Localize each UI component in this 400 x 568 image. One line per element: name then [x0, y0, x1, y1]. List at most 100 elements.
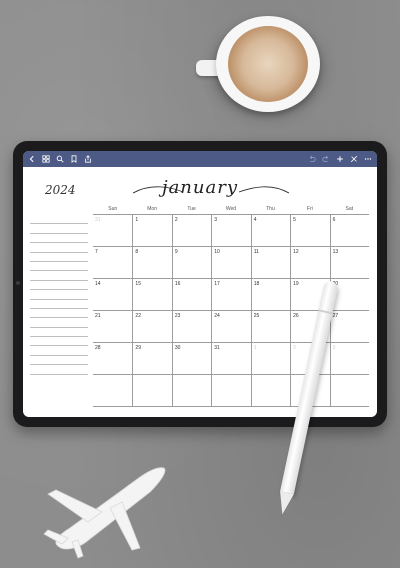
- day-cell[interactable]: 1: [250, 343, 291, 375]
- day-number: 1: [135, 217, 139, 223]
- day-cell[interactable]: 4: [250, 215, 291, 247]
- day-cell[interactable]: 1: [132, 215, 172, 247]
- weekday-label: Thu: [266, 206, 275, 212]
- note-line[interactable]: [30, 328, 88, 338]
- day-cell[interactable]: 14: [93, 279, 133, 311]
- note-line[interactable]: [30, 234, 88, 244]
- day-cell[interactable]: 2: [171, 215, 212, 247]
- day-number: 1: [253, 345, 257, 351]
- day-cell[interactable]: [329, 375, 369, 407]
- day-cell[interactable]: 10: [211, 247, 251, 279]
- pencil-tip: [275, 491, 294, 516]
- note-line[interactable]: [30, 300, 88, 309]
- day-cell[interactable]: 7: [93, 247, 133, 279]
- day-cell[interactable]: 12: [290, 247, 330, 279]
- day-cell[interactable]: [93, 375, 133, 407]
- day-number: 5: [293, 217, 296, 223]
- day-cell[interactable]: 17: [211, 279, 251, 311]
- note-line[interactable]: [30, 346, 88, 356]
- redo-icon[interactable]: [322, 155, 330, 163]
- day-cell[interactable]: 31: [93, 215, 133, 247]
- camera: [16, 281, 20, 285]
- day-number: 7: [95, 249, 98, 255]
- day-cell[interactable]: 3: [211, 215, 251, 247]
- month-title: january: [161, 177, 238, 198]
- day-cell[interactable]: 24: [211, 311, 251, 343]
- day-cell[interactable]: 22: [132, 311, 172, 343]
- note-line[interactable]: [30, 281, 88, 291]
- day-cell[interactable]: 5: [290, 215, 330, 247]
- coffee: [228, 26, 308, 102]
- day-number: 2: [174, 217, 178, 223]
- day-cell[interactable]: [211, 375, 251, 407]
- note-line[interactable]: [30, 365, 88, 375]
- day-cell[interactable]: 31: [211, 343, 251, 375]
- note-line[interactable]: [30, 224, 88, 234]
- day-cell[interactable]: [171, 375, 212, 407]
- day-cell[interactable]: 29: [132, 343, 172, 375]
- toy-airplane: [43, 467, 166, 559]
- day-cell[interactable]: 15: [132, 279, 172, 311]
- share-icon[interactable]: [84, 155, 92, 163]
- day-cell[interactable]: 8: [132, 247, 172, 279]
- day-cell[interactable]: 11: [250, 247, 291, 279]
- day-cell[interactable]: 30: [171, 343, 212, 375]
- note-line[interactable]: [30, 271, 88, 281]
- day-number: 3: [214, 217, 218, 223]
- more-icon[interactable]: [364, 155, 372, 163]
- add-icon[interactable]: [336, 155, 344, 163]
- tools-icon[interactable]: [350, 155, 358, 163]
- note-line[interactable]: [30, 290, 88, 300]
- day-number: 11: [253, 249, 259, 255]
- day-cell[interactable]: 28: [93, 343, 133, 375]
- day-cell[interactable]: 18: [250, 279, 291, 311]
- day-cell[interactable]: 21: [93, 311, 133, 343]
- day-cell[interactable]: 3: [329, 343, 369, 375]
- day-number: 26: [293, 313, 299, 319]
- day-cell[interactable]: [250, 375, 291, 407]
- note-line[interactable]: [30, 337, 88, 347]
- day-number: 31: [95, 217, 101, 223]
- day-number: 17: [214, 281, 220, 287]
- note-line[interactable]: [30, 243, 88, 253]
- notes-lines[interactable]: [30, 215, 88, 375]
- day-cell[interactable]: 23: [171, 311, 212, 343]
- day-number: 28: [95, 345, 101, 351]
- day-number: 3: [332, 345, 336, 351]
- day-number: 14: [95, 281, 101, 287]
- day-cell[interactable]: [132, 375, 172, 407]
- day-cell[interactable]: 6: [329, 215, 369, 247]
- weekday-label: Sat: [345, 206, 354, 212]
- day-cell[interactable]: 9: [171, 247, 212, 279]
- day-cell[interactable]: 16: [171, 279, 212, 311]
- day-cell[interactable]: 27: [329, 311, 369, 343]
- weekday-label: Mon: [147, 206, 157, 212]
- search-icon[interactable]: [56, 155, 64, 163]
- day-number: 6: [332, 217, 336, 223]
- undo-icon[interactable]: [308, 155, 316, 163]
- weekday-header: Sun Mon Tue Wed Thu Fri Sat: [93, 205, 369, 214]
- weekday-label: Sun: [108, 206, 118, 212]
- note-line[interactable]: [30, 318, 88, 328]
- day-number: 12: [293, 249, 299, 255]
- day-number: 31: [214, 345, 220, 351]
- note-line[interactable]: [30, 309, 88, 319]
- day-number: 18: [253, 281, 260, 287]
- day-number: 22: [135, 313, 141, 319]
- note-line[interactable]: [30, 356, 88, 366]
- bookmark-icon[interactable]: [70, 155, 78, 163]
- note-line[interactable]: [30, 253, 88, 262]
- day-number: 8: [135, 249, 139, 255]
- coffee-cup: [216, 16, 320, 112]
- day-number: 4: [253, 217, 257, 223]
- day-number: 2: [293, 345, 296, 351]
- day-number: 21: [95, 313, 101, 319]
- grid-icon[interactable]: [42, 155, 50, 163]
- back-icon[interactable]: [28, 155, 36, 163]
- day-number: 30: [174, 345, 181, 351]
- day-cell[interactable]: 13: [329, 247, 369, 279]
- day-cell[interactable]: 25: [250, 311, 291, 343]
- note-line[interactable]: [30, 262, 88, 272]
- note-line[interactable]: [30, 215, 88, 225]
- weekday-label: Wed: [225, 206, 237, 212]
